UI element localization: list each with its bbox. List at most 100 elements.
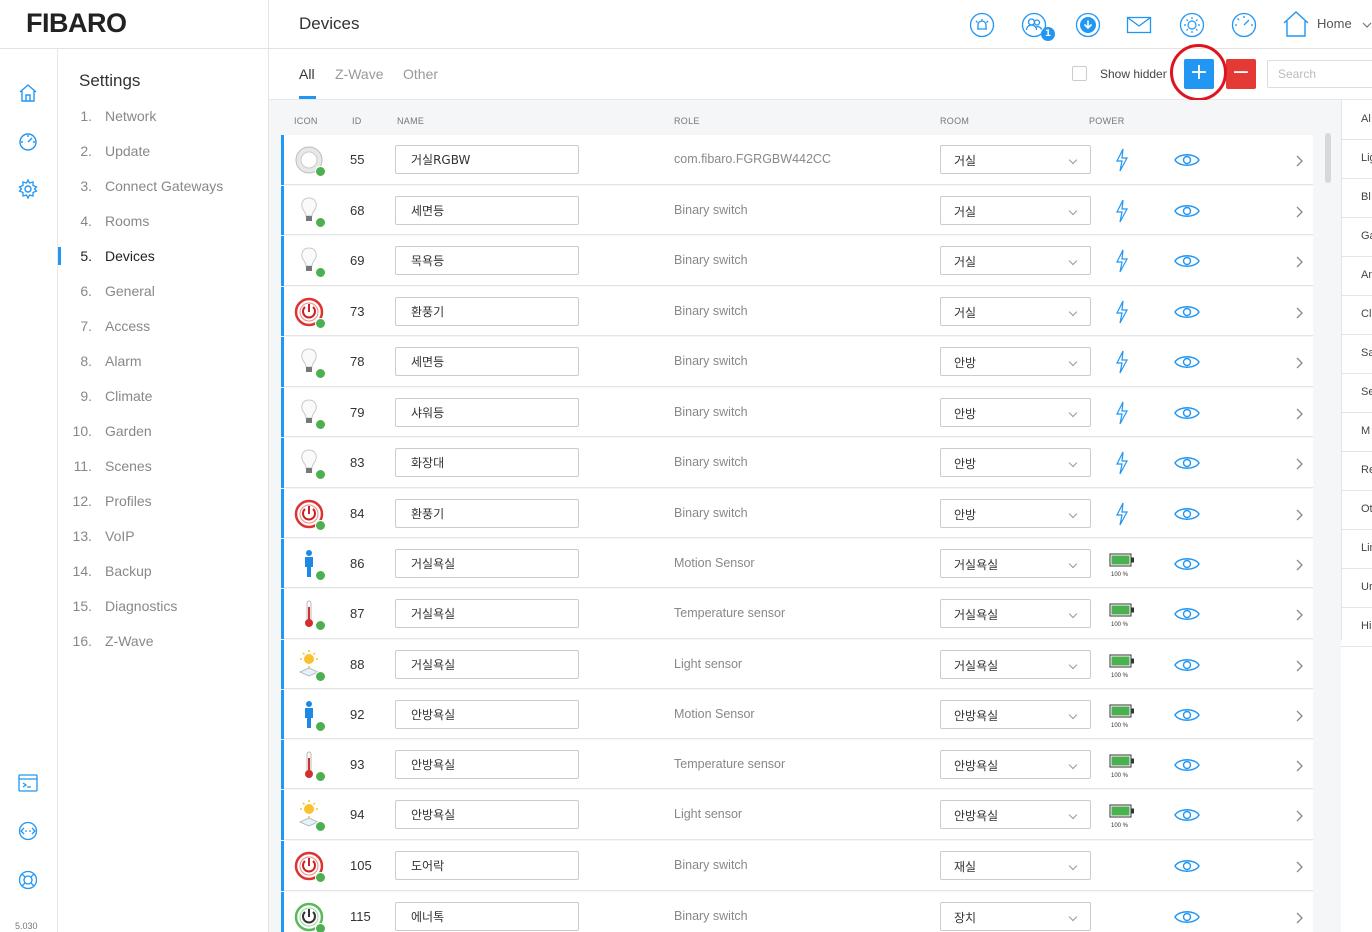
- category-item[interactable]: Al: [1361, 113, 1371, 125]
- category-item[interactable]: Ga: [1361, 230, 1372, 242]
- visibility-eye-icon[interactable]: [1174, 606, 1200, 622]
- device-name-input[interactable]: [395, 749, 579, 779]
- sidebar-item-connect-gateways[interactable]: 3. Connect Gateways: [58, 174, 268, 200]
- download-icon[interactable]: [1075, 12, 1101, 38]
- device-name-input[interactable]: [395, 397, 579, 427]
- settings-icon[interactable]: [17, 178, 39, 200]
- visibility-eye-icon[interactable]: [1174, 909, 1200, 925]
- device-name-input[interactable]: [395, 851, 579, 880]
- home-icon[interactable]: [17, 82, 39, 104]
- room-select[interactable]: 거실: [940, 195, 1091, 225]
- category-item[interactable]: Lin: [1361, 542, 1372, 554]
- room-select[interactable]: 거실욕실: [940, 649, 1091, 679]
- room-select[interactable]: 안방: [940, 448, 1091, 477]
- visibility-eye-icon[interactable]: [1174, 506, 1200, 522]
- chevron-right-icon[interactable]: [1294, 356, 1304, 370]
- show-hidden-checkbox[interactable]: [1072, 66, 1087, 81]
- chevron-right-icon[interactable]: [1294, 558, 1304, 572]
- scrollbar-thumb[interactable]: [1325, 133, 1331, 183]
- category-item[interactable]: Se: [1361, 386, 1372, 398]
- sidebar-item-climate[interactable]: 9. Climate: [58, 384, 268, 410]
- visibility-eye-icon[interactable]: [1174, 807, 1200, 823]
- device-name-input[interactable]: [395, 699, 579, 729]
- device-name-input[interactable]: [395, 599, 579, 628]
- category-item[interactable]: Ur: [1361, 581, 1372, 593]
- tab-all[interactable]: All: [299, 66, 315, 82]
- visibility-eye-icon[interactable]: [1174, 152, 1200, 168]
- visibility-eye-icon[interactable]: [1174, 556, 1200, 572]
- category-item[interactable]: M: [1361, 425, 1370, 437]
- room-select[interactable]: 안방욕실: [940, 749, 1091, 779]
- device-name-input[interactable]: [395, 246, 579, 275]
- room-select[interactable]: 안방욕실: [940, 699, 1091, 729]
- table-row[interactable]: 87 Temperature sensor 거실욕실 100 %: [281, 589, 1313, 639]
- dashboard-icon[interactable]: [17, 131, 39, 153]
- device-name-input[interactable]: [395, 548, 579, 578]
- sidebar-item-alarm[interactable]: 8. Alarm: [58, 349, 268, 375]
- device-name-input[interactable]: [395, 296, 579, 326]
- device-name-input[interactable]: [395, 448, 579, 477]
- visibility-eye-icon[interactable]: [1174, 203, 1200, 219]
- sidebar-item-backup[interactable]: 14. Backup: [58, 559, 268, 585]
- tab-other[interactable]: Other: [403, 66, 438, 82]
- chevron-right-icon[interactable]: [1294, 255, 1304, 269]
- sidebar-item-access[interactable]: 7. Access: [58, 314, 268, 340]
- visibility-eye-icon[interactable]: [1174, 455, 1200, 471]
- room-select[interactable]: 재실: [940, 851, 1091, 880]
- chevron-right-icon[interactable]: [1294, 205, 1304, 219]
- table-row[interactable]: 88 Light sensor 거실욕실 100 %: [281, 640, 1313, 689]
- category-item[interactable]: Sa: [1361, 347, 1372, 359]
- category-item[interactable]: Lig: [1361, 152, 1372, 164]
- table-row[interactable]: 86 Motion Sensor 거실욕실 100 %: [281, 539, 1313, 588]
- sidebar-item-voip[interactable]: 13. VoIP: [58, 524, 268, 550]
- visibility-eye-icon[interactable]: [1174, 354, 1200, 370]
- table-row[interactable]: 78 Binary switch 안방: [281, 337, 1313, 387]
- chevron-right-icon[interactable]: [1294, 407, 1304, 421]
- table-row[interactable]: 92 Motion Sensor 안방욕실 100 %: [281, 690, 1313, 739]
- sidebar-item-general[interactable]: 6. General: [58, 279, 268, 305]
- device-name-input[interactable]: [395, 498, 579, 528]
- room-select[interactable]: 거실: [940, 296, 1091, 326]
- room-select[interactable]: 거실: [940, 246, 1091, 275]
- device-name-input[interactable]: [395, 195, 579, 225]
- sidebar-item-profiles[interactable]: 12. Profiles: [58, 489, 268, 515]
- room-select[interactable]: 거실: [940, 145, 1091, 174]
- room-select[interactable]: 안방: [940, 347, 1091, 376]
- chevron-down-icon[interactable]: [1362, 20, 1372, 30]
- add-device-button[interactable]: +: [1184, 59, 1214, 89]
- sidebar-item-garden[interactable]: 10. Garden: [58, 419, 268, 445]
- device-name-input[interactable]: [395, 800, 579, 829]
- mail-icon[interactable]: [1126, 12, 1152, 38]
- sidebar-item-scenes[interactable]: 11. Scenes: [58, 454, 268, 480]
- room-select[interactable]: 안방: [940, 498, 1091, 528]
- room-select[interactable]: 장치: [940, 901, 1091, 931]
- sidebar-item-devices[interactable]: 5. Devices: [58, 244, 268, 270]
- category-item[interactable]: Bl: [1361, 191, 1371, 203]
- column-header-role[interactable]: ROLE: [674, 116, 700, 126]
- table-row[interactable]: 84 Binary switch 안방: [281, 489, 1313, 538]
- device-name-input[interactable]: [395, 347, 579, 376]
- gauge-icon[interactable]: [1231, 12, 1257, 38]
- table-row[interactable]: 115 Binary switch 장치: [281, 892, 1313, 932]
- alarm-icon[interactable]: [969, 12, 995, 38]
- network-icon[interactable]: [17, 820, 39, 842]
- chevron-right-icon[interactable]: [1294, 608, 1304, 622]
- table-row[interactable]: 94 Light sensor 안방욕실 100 %: [281, 790, 1313, 840]
- search-input[interactable]: [1267, 60, 1372, 88]
- room-select[interactable]: 안방욕실: [940, 800, 1091, 829]
- chevron-right-icon[interactable]: [1294, 508, 1304, 522]
- chevron-right-icon[interactable]: [1294, 306, 1304, 320]
- table-row[interactable]: 79 Binary switch 안방: [281, 388, 1313, 437]
- room-select[interactable]: 안방: [940, 397, 1091, 427]
- device-name-input[interactable]: [395, 649, 579, 679]
- home-selector-label[interactable]: Home: [1317, 16, 1352, 31]
- chevron-right-icon[interactable]: [1294, 659, 1304, 673]
- chevron-right-icon[interactable]: [1294, 457, 1304, 471]
- table-row[interactable]: 73 Binary switch 거실: [281, 287, 1313, 336]
- visibility-eye-icon[interactable]: [1174, 405, 1200, 421]
- sidebar-item-z-wave[interactable]: 16. Z-Wave: [58, 629, 268, 655]
- sidebar-item-update[interactable]: 2. Update: [58, 139, 268, 165]
- visibility-eye-icon[interactable]: [1174, 253, 1200, 269]
- table-row[interactable]: 83 Binary switch 안방: [281, 438, 1313, 488]
- chevron-right-icon[interactable]: [1294, 809, 1304, 823]
